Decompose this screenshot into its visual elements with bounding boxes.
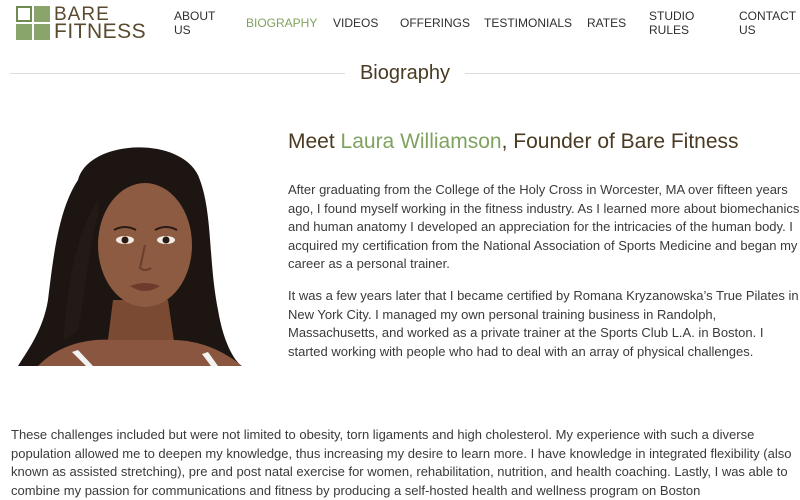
nav-testimonials-label: TESTIMONIALS — [484, 16, 573, 30]
bio-paragraph-3: These challenges included but were not l… — [11, 427, 792, 498]
nav-about-us[interactable]: ABOUT US — [174, 9, 215, 37]
nav-about-us-label: ABOUT US — [174, 9, 216, 37]
nav-studio-rules[interactable]: STUDIO RULES — [649, 9, 694, 37]
nav-rates-label: RATES — [587, 16, 627, 30]
nav-biography[interactable]: BIOGRAPHY — [246, 16, 317, 30]
bio-headline: Meet Laura Williamson, Founder of Bare F… — [288, 130, 788, 154]
headline-prefix: Meet — [288, 130, 341, 153]
nav-contact-us-label: CONTACT US — [739, 9, 797, 37]
nav-studio-rules-label: STUDIO RULES — [649, 9, 695, 37]
nav-videos[interactable]: VIDEOS — [333, 16, 378, 30]
section-header: Biography — [10, 58, 800, 88]
site-header: BARE FITNESS ABOUT US BIOGRAPHY VIDEOS O… — [0, 0, 800, 46]
portrait-illustration — [18, 147, 242, 366]
logo-squares-icon — [16, 6, 50, 40]
nav-videos-label: VIDEOS — [333, 16, 379, 30]
bio-paragraph-1: After graduating from the College of the… — [288, 182, 800, 271]
headline-suffix: , Founder of Bare Fitness — [501, 130, 739, 153]
nav-contact-us[interactable]: CONTACT US — [739, 9, 796, 37]
nav-offerings[interactable]: OFFERINGS — [400, 16, 470, 30]
logo-text-fitness: FITNESS — [54, 20, 147, 43]
nav-rates[interactable]: RATES — [587, 16, 626, 30]
nav-offerings-label: OFFERINGS — [400, 16, 471, 30]
bare-fitness-logo[interactable]: BARE FITNESS — [16, 4, 156, 43]
nav-testimonials[interactable]: TESTIMONIALS — [484, 16, 572, 30]
headline-name: Laura Williamson — [340, 130, 502, 153]
bio-paragraph-2: It was a few years later that I became c… — [288, 288, 799, 359]
founder-portrait — [18, 140, 242, 366]
divider-right — [465, 73, 800, 74]
nav-biography-label: BIOGRAPHY — [246, 16, 318, 30]
